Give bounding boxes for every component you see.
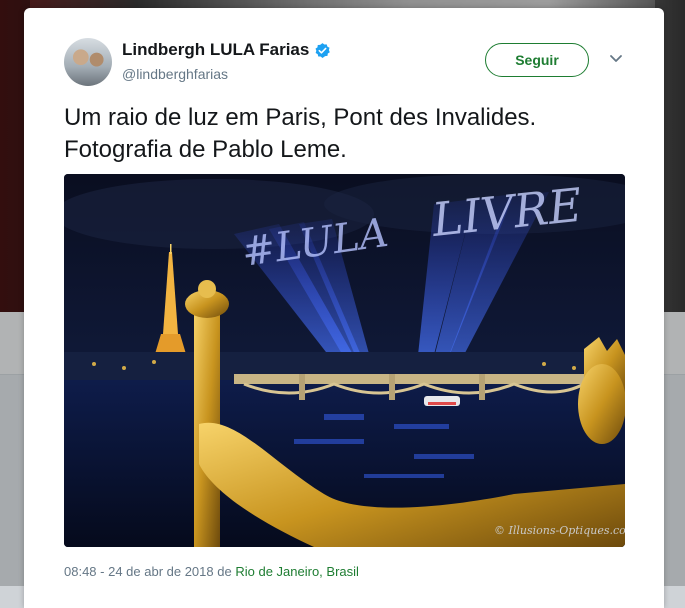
- photo-illustration: #LULA LIVRE © Illusions-Optiques.com: [64, 174, 625, 547]
- author-handle[interactable]: @lindberghfarias: [122, 66, 228, 82]
- avatar[interactable]: [64, 38, 112, 86]
- tweet-photo[interactable]: #LULA LIVRE © Illusions-Optiques.com: [64, 174, 625, 547]
- author-name[interactable]: Lindbergh LULA Farias: [122, 40, 309, 60]
- tweet-meta: 08:48 - 24 de abr de 2018 de Rio de Jane…: [64, 564, 359, 579]
- tweet-text: Um raio de luz em Paris, Pont des Invali…: [64, 104, 537, 163]
- location-link[interactable]: Rio de Janeiro, Brasil: [235, 564, 359, 579]
- location-prefix: de: [217, 564, 232, 579]
- tweet-timestamp[interactable]: 08:48 - 24 de abr de 2018: [64, 564, 214, 579]
- chevron-down-icon[interactable]: [609, 54, 623, 64]
- follow-button[interactable]: Seguir: [485, 43, 589, 77]
- photo-watermark: © Illusions-Optiques.com: [494, 524, 625, 537]
- author-name-row: Lindbergh LULA Farias: [122, 40, 331, 60]
- verified-badge-icon: [315, 42, 331, 58]
- tweet-card: Lindbergh LULA Farias @lindberghfarias S…: [24, 8, 664, 608]
